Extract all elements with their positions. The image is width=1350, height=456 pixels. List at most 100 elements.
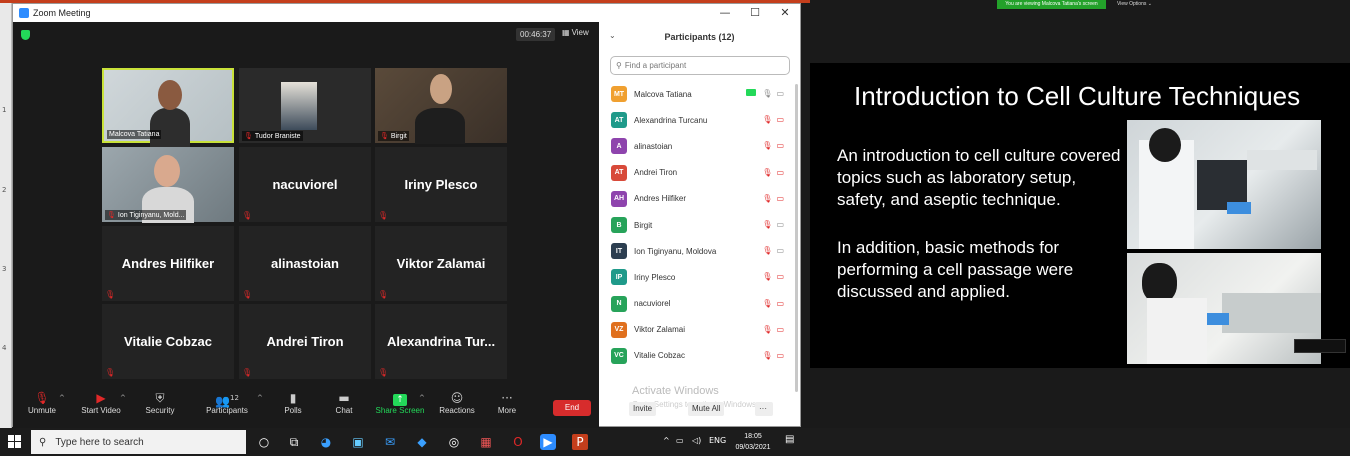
- muted-mic-icon: 🎙: [378, 290, 389, 299]
- participant-row[interactable]: AT Andrei Tiron 🎙▭: [599, 160, 800, 186]
- chrome-icon[interactable]: ◎: [446, 434, 462, 450]
- participant-row[interactable]: IP Iriny Plesco 🎙▭: [599, 264, 800, 290]
- polls-icon: ▮: [289, 391, 297, 405]
- store-icon[interactable]: ▣: [350, 434, 366, 450]
- more-options-button[interactable]: ···: [755, 402, 773, 416]
- encryption-shield-icon[interactable]: [21, 30, 30, 40]
- minimize-button[interactable]: —: [710, 4, 740, 22]
- muted-mic-icon: 🎙: [762, 141, 777, 151]
- language-indicator[interactable]: ENG: [709, 436, 726, 445]
- participant-row[interactable]: Aalinastoian 🎙▭: [599, 133, 800, 159]
- video-options-caret-icon[interactable]: ^: [120, 394, 126, 402]
- cortana-icon[interactable]: ○: [256, 434, 272, 450]
- participant-row[interactable]: Nnacuviorel 🎙▭: [599, 291, 800, 317]
- taskbar-clock[interactable]: 18:05 09/03/2021: [728, 431, 778, 453]
- volume-icon[interactable]: ◁): [692, 436, 701, 445]
- view-options-button[interactable]: View Options ⌄: [1117, 1, 1152, 7]
- muted-mic-icon: 🎙: [242, 368, 253, 377]
- invite-button[interactable]: Invite: [629, 402, 657, 416]
- mail-icon[interactable]: ✉: [382, 434, 398, 450]
- more-button[interactable]: ··· More: [480, 390, 534, 415]
- participant-row[interactable]: VZ Viktor Zalamai 🎙▭: [599, 317, 800, 343]
- participant-status-icons: 🎙▭: [762, 272, 788, 281]
- video-tile[interactable]: Andrei Tiron 🎙: [239, 304, 371, 379]
- participant-status-icons: 🎙▭: [762, 168, 788, 177]
- dropbox-icon[interactable]: ◆: [414, 434, 430, 450]
- video-tile[interactable]: Malcova Tatiana: [102, 68, 234, 148]
- powerpoint-icon[interactable]: P: [572, 434, 588, 450]
- video-tile[interactable]: 🎙 Birgit: [375, 68, 507, 144]
- zoom-meeting-window: Zoom Meeting — ☐ ✕ 00:46:37 ▦ View Malcov…: [12, 3, 801, 428]
- hair: [1142, 263, 1177, 303]
- tile-name: alinastoian: [271, 256, 339, 271]
- avatar: N: [611, 295, 627, 312]
- participant-row[interactable]: VC Vitalie Cobzac 🎙▭: [599, 343, 800, 369]
- participant-row[interactable]: IT Ion Tiginyanu, Moldova 🎙▭: [599, 238, 800, 264]
- network-icon[interactable]: ▭: [676, 436, 684, 445]
- security-button[interactable]: ⛨ Security: [133, 390, 187, 415]
- polls-button[interactable]: ▮ Polls: [266, 390, 320, 415]
- video-tile[interactable]: Viktor Zalamai 🎙: [375, 226, 507, 301]
- video-off-icon: ▭: [776, 193, 788, 203]
- participant-row[interactable]: AT Alexandrina Turcanu 🎙▭: [599, 107, 800, 133]
- end-meeting-button[interactable]: End: [553, 400, 591, 416]
- self-view-thumbnail[interactable]: [1294, 339, 1346, 353]
- screen-share-icon: [745, 89, 756, 96]
- photos-icon[interactable]: ▦: [478, 434, 494, 450]
- participant-row[interactable]: MT Malcova Tatiana 🎙▭: [599, 81, 800, 107]
- video-tile[interactable]: nacuviorel 🎙: [239, 147, 371, 222]
- audio-options-caret-icon[interactable]: ^: [59, 394, 65, 402]
- notifications-icon[interactable]: ▤: [785, 434, 794, 445]
- maximize-button[interactable]: ☐: [740, 4, 770, 22]
- participant-row[interactable]: B Birgit 🎙▭: [599, 212, 800, 238]
- opera-icon[interactable]: O: [510, 434, 526, 450]
- tray-expand-icon[interactable]: ^: [663, 436, 670, 445]
- slide-bullet-1: An introduction to cell culture covered …: [837, 146, 1121, 209]
- participant-row[interactable]: AH Andres Hilfiker 🎙▭: [599, 186, 800, 212]
- avatar: VZ: [611, 321, 627, 338]
- video-tile[interactable]: Vitalie Cobzac 🎙: [102, 304, 234, 379]
- video-tile[interactable]: Iriny Plesco 🎙: [375, 147, 507, 222]
- participant-list-scrollbar[interactable]: [795, 84, 798, 392]
- video-tile[interactable]: alinastoian 🎙: [239, 226, 371, 301]
- chat-button[interactable]: ▬ Chat: [317, 390, 371, 415]
- shield-icon: ⛨: [155, 391, 165, 405]
- tile-name: Andres Hilfiker: [121, 256, 215, 271]
- close-button[interactable]: ✕: [770, 4, 800, 22]
- muted-mic-icon: 🎙: [105, 290, 116, 299]
- muted-mic-icon: 🎙: [762, 272, 777, 282]
- muted-mic-icon: 🎙: [762, 246, 777, 256]
- taskbar-search-input[interactable]: ⚲ Type here to search: [31, 430, 246, 454]
- share-top-bar: [810, 0, 1350, 63]
- participant-name: Andres Hilfiker: [634, 194, 687, 204]
- video-off-icon: ▭: [776, 324, 788, 334]
- participants-caret-icon[interactable]: ^: [257, 394, 263, 402]
- share-options-caret-icon[interactable]: ^: [419, 394, 425, 402]
- windows-start-icon[interactable]: [8, 435, 22, 449]
- video-tile[interactable]: 🎙 Ion Tiginyanu, Mold...: [102, 147, 234, 223]
- edge-icon[interactable]: ◕: [318, 434, 334, 450]
- participants-button[interactable]: 👥12 Participants: [200, 390, 254, 415]
- tile-name-text: Birgit: [390, 133, 407, 140]
- unmute-label: Unmute: [27, 406, 56, 415]
- participant-search-input[interactable]: ⚲ Find a participant: [610, 56, 790, 75]
- participant-video: [150, 108, 190, 148]
- zoom-taskbar-icon[interactable]: ▶: [540, 434, 556, 450]
- more-dots-icon: ···: [501, 391, 513, 405]
- task-view-icon[interactable]: ⧉: [286, 434, 302, 450]
- view-button[interactable]: ▦ View: [562, 28, 589, 37]
- participant-name: Alexandrina Turcanu: [634, 115, 708, 125]
- participant-status-icons: 🎙▭: [762, 351, 788, 360]
- video-tile[interactable]: Andres Hilfiker 🎙: [102, 226, 234, 301]
- video-off-icon: ▭: [776, 272, 788, 282]
- video-tile[interactable]: 🎙 Tudor Braniste: [239, 68, 371, 143]
- tile-name: 🎙 Tudor Braniste: [242, 131, 303, 141]
- participants-count: 12: [230, 394, 239, 402]
- reactions-button[interactable]: ☺ Reactions: [430, 390, 484, 415]
- mute-all-button[interactable]: Mute All: [688, 402, 725, 416]
- windows-taskbar: ⚲ Type here to search ○ ⧉ ◕ ▣ ✉ ◆ ◎ ▦ O …: [0, 428, 1350, 456]
- window-titlebar[interactable]: Zoom Meeting: [13, 4, 800, 22]
- chevron-down-icon[interactable]: ⌄: [609, 31, 616, 40]
- video-icon: ▭: [776, 246, 788, 256]
- video-tile[interactable]: Alexandrina Tur... 🎙: [375, 304, 507, 379]
